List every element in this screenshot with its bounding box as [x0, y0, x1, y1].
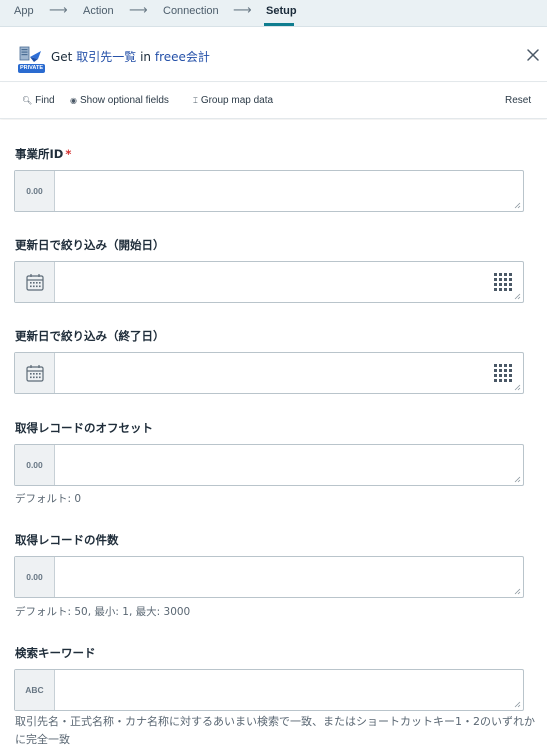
resize-handle-icon[interactable] [514, 384, 521, 391]
app-name: freee会計 [154, 50, 210, 64]
company-id-input[interactable]: 0.00 [14, 170, 524, 212]
arrow-right-icon: ⟶ [49, 3, 68, 18]
limit-hint: デフォルト: 50, 最小: 1, 最大: 3000 [15, 606, 191, 618]
resize-handle-icon[interactable] [514, 202, 521, 209]
arrow-right-icon: ⟶ [129, 3, 148, 18]
required-mark: * [65, 147, 72, 161]
resize-handle-icon[interactable] [514, 701, 521, 708]
field-label-limit: 取得レコードの件数 [15, 533, 119, 547]
field-label-updated-end: 更新日で絞り込み（終了日） [15, 329, 165, 343]
step-setup[interactable]: Setup [266, 5, 297, 17]
resize-handle-icon[interactable] [514, 588, 521, 595]
field-label-offset: 取得レコードのオフセット [15, 421, 153, 435]
group-icon: ⌶ [193, 96, 198, 105]
calendar-icon [15, 353, 55, 393]
keyword-input[interactable]: ABC [14, 669, 524, 711]
step-action[interactable]: Action [83, 5, 114, 17]
arrow-right-icon: ⟶ [233, 3, 252, 18]
action-title: Get 取引先一覧 in freee会計 [51, 50, 210, 64]
field-label-company-id: 事業所ID * [15, 147, 72, 161]
step-app[interactable]: App [14, 5, 34, 17]
resize-handle-icon[interactable] [514, 293, 521, 300]
find-button[interactable]: 🔍︎ Find [22, 95, 55, 106]
number-type-icon: 0.00 [15, 445, 55, 485]
keyword-hint: 取引先名・正式名称・カナ名称に対するあいまい検索で一致、またはショートカットキー… [15, 715, 535, 746]
active-step-indicator [264, 23, 294, 26]
offset-hint: デフォルト: 0 [15, 493, 82, 505]
updated-end-date-input[interactable] [14, 352, 524, 394]
group-map-data-button[interactable]: ⌶ Group map data [193, 95, 273, 106]
number-type-icon: 0.00 [15, 557, 55, 597]
reset-button[interactable]: Reset [505, 95, 531, 106]
limit-input[interactable]: 0.00 [14, 556, 524, 598]
object-name: 取引先一覧 [76, 50, 137, 64]
step-connection[interactable]: Connection [163, 5, 219, 17]
offset-input[interactable]: 0.00 [14, 444, 524, 486]
eye-icon: ◉ [70, 96, 77, 105]
field-label-keyword: 検索キーワード [15, 646, 96, 660]
resize-handle-icon[interactable] [514, 476, 521, 483]
text-type-icon: ABC [15, 670, 55, 710]
date-picker-grid-icon[interactable] [493, 363, 513, 383]
search-icon: 🔍︎ [22, 96, 33, 105]
date-picker-grid-icon[interactable] [493, 272, 513, 292]
private-badge: PRIVATE [18, 64, 45, 73]
number-type-icon: 0.00 [15, 171, 55, 211]
calendar-icon [15, 262, 55, 302]
field-label-updated-start: 更新日で絞り込み（開始日） [15, 238, 165, 252]
updated-start-date-input[interactable] [14, 261, 524, 303]
show-optional-fields-button[interactable]: ◉ Show optional fields [70, 95, 169, 106]
close-icon[interactable] [524, 46, 542, 64]
